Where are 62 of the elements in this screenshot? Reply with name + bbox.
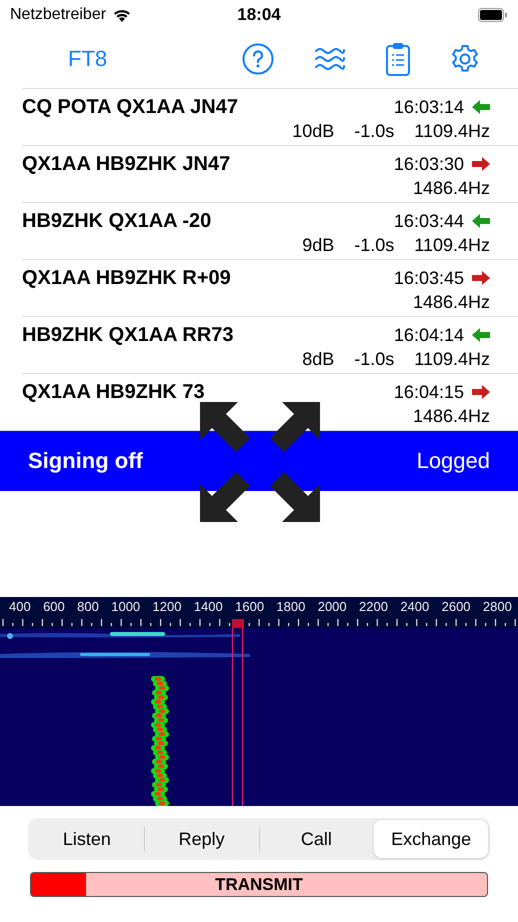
frequency-label: 400	[9, 599, 31, 616]
time-offset: -1.0s	[354, 349, 394, 371]
snr-value: 9dB	[302, 235, 334, 257]
time-offset: -1.0s	[354, 235, 394, 257]
message-text: HB9ZHK QX1AA RR73	[22, 324, 235, 346]
frequency-value: 1486.4Hz	[412, 178, 490, 200]
message-time: 16:04:15	[394, 382, 464, 402]
help-icon[interactable]	[242, 43, 274, 75]
transmit-bar[interactable]: TRANSMIT	[30, 872, 488, 897]
frequency-label: 1000	[111, 599, 140, 616]
right-arrow-icon	[472, 271, 490, 285]
waves-icon[interactable]	[314, 46, 346, 72]
wifi-icon	[112, 8, 132, 22]
mode-segment[interactable]: Reply	[144, 820, 258, 858]
expand-icon[interactable]	[200, 402, 320, 522]
carrier-name: Netzbetreiber	[10, 6, 106, 24]
frequency-label: 2000	[318, 599, 347, 616]
frequency-label: 2200	[359, 599, 388, 616]
message-time: 16:03:30	[394, 154, 464, 174]
frequency-value: 1486.4Hz	[412, 406, 490, 428]
mode-segment[interactable]: Listen	[30, 820, 144, 858]
right-arrow-icon	[472, 385, 490, 399]
message-text: CQ POTA QX1AA JN47	[22, 96, 239, 118]
time-offset: -1.0s	[354, 121, 394, 143]
frequency-value: 1486.4Hz	[412, 292, 490, 314]
mode-button[interactable]: FT8	[64, 42, 112, 76]
message-text: QX1AA HB9ZHK R+09	[22, 266, 232, 290]
snr-value: 10dB	[292, 121, 334, 143]
frequency-value: 1109.4Hz	[414, 121, 490, 143]
frequency-value: 1109.4Hz	[414, 235, 490, 257]
left-arrow-icon	[472, 100, 490, 114]
waterfall-panel[interactable]: 400 600 800 1000 1200 1400 1600 1800 2000 2200 2400 2600 2800	[0, 597, 518, 806]
clock-time: 18:04	[237, 5, 281, 25]
left-arrow-icon	[472, 328, 490, 342]
mode-segment[interactable]: Exchange	[374, 820, 488, 858]
frequency-label: 1400	[194, 599, 223, 616]
transmit-label: TRANSMIT	[215, 874, 303, 894]
frequency-label: 1800	[276, 599, 306, 616]
frequency-label: 2400	[400, 599, 430, 616]
left-arrow-icon	[472, 214, 490, 228]
message-text: QX1AA HB9ZHK JN47	[22, 152, 232, 176]
log-status: Logged	[416, 448, 490, 474]
message-time: 16:03:44	[394, 210, 464, 232]
frequency-label: 800	[77, 599, 99, 616]
frequency-label: 1200	[152, 599, 182, 616]
battery-icon	[478, 8, 508, 22]
frequency-label: 1600	[235, 599, 264, 616]
message-time: 16:03:45	[394, 268, 464, 288]
message-time: 16:03:14	[394, 96, 464, 118]
clipboard-icon[interactable]	[386, 42, 410, 76]
message-text: HB9ZHK QX1AA -20	[22, 210, 212, 232]
frequency-label: 2800	[482, 599, 512, 616]
settings-icon[interactable]	[450, 44, 480, 74]
frequency-label: 600	[43, 599, 65, 616]
qso-state: Signing off	[28, 448, 143, 474]
right-arrow-icon	[472, 157, 490, 171]
mode-segment[interactable]: Call	[260, 820, 374, 858]
message-time: 16:04:14	[394, 324, 464, 346]
frequency-label: 2600	[442, 599, 471, 616]
message-text: QX1AA HB9ZHK 73	[22, 380, 206, 404]
frequency-value: 1109.4Hz	[414, 349, 490, 371]
snr-value: 8dB	[302, 349, 334, 371]
